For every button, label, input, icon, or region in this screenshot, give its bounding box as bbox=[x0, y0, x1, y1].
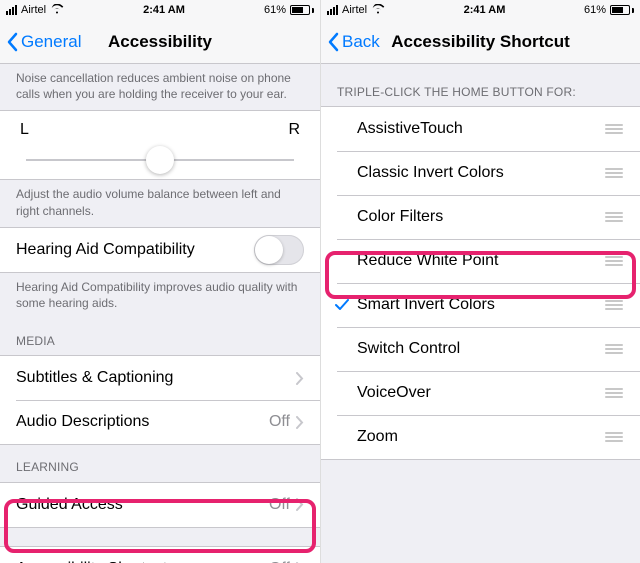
carrier-label: Airtel bbox=[21, 4, 46, 16]
hearing-aid-label: Hearing Aid Compatibility bbox=[16, 241, 254, 259]
drag-handle-icon[interactable] bbox=[604, 300, 624, 310]
audio-desc-row[interactable]: Audio Descriptions Off bbox=[0, 400, 320, 444]
back-button[interactable]: Back bbox=[321, 32, 380, 52]
shortcut-item-label: Switch Control bbox=[357, 340, 604, 358]
noise-cancel-footer: Noise cancellation reduces ambient noise… bbox=[0, 64, 320, 110]
signal-icon bbox=[327, 5, 338, 15]
check-slot bbox=[335, 299, 357, 311]
clock: 2:41 AM bbox=[464, 4, 506, 16]
shortcut-item-label: AssistiveTouch bbox=[357, 120, 604, 138]
audio-desc-label: Audio Descriptions bbox=[16, 413, 269, 431]
wifi-icon bbox=[50, 4, 64, 17]
drag-handle-icon[interactable] bbox=[604, 256, 624, 266]
clock: 2:41 AM bbox=[143, 4, 185, 16]
shortcut-item[interactable]: Reduce White Point bbox=[321, 239, 640, 283]
chevron-right-icon bbox=[296, 498, 304, 511]
shortcut-list: AssistiveTouch Classic Invert Colors Color… bbox=[321, 106, 640, 460]
accessibility-shortcut-label: Accessibility Shortcut bbox=[16, 560, 269, 563]
drag-handle-icon[interactable] bbox=[604, 168, 624, 178]
signal-icon bbox=[6, 5, 17, 15]
drag-handle-icon[interactable] bbox=[604, 432, 624, 442]
audio-desc-value: Off bbox=[269, 413, 290, 431]
shortcut-item[interactable]: Classic Invert Colors bbox=[321, 151, 640, 195]
shortcut-item-label: Reduce White Point bbox=[357, 252, 604, 270]
chevron-right-icon bbox=[296, 372, 304, 385]
back-label: Back bbox=[342, 32, 380, 52]
media-header: MEDIA bbox=[0, 319, 320, 355]
hearing-aid-row[interactable]: Hearing Aid Compatibility bbox=[0, 228, 320, 272]
balance-slider[interactable] bbox=[26, 159, 294, 161]
back-label: General bbox=[21, 32, 81, 52]
drag-handle-icon[interactable] bbox=[604, 388, 624, 398]
chevron-left-icon bbox=[327, 32, 339, 52]
drag-handle-icon[interactable] bbox=[604, 344, 624, 354]
shortcut-item[interactable]: Switch Control bbox=[321, 327, 640, 371]
guided-access-row[interactable]: Guided Access Off bbox=[0, 483, 320, 527]
balance-slider-group: L R bbox=[0, 110, 320, 180]
shortcut-item[interactable]: Zoom bbox=[321, 415, 640, 459]
drag-handle-icon[interactable] bbox=[604, 124, 624, 134]
chevron-right-icon bbox=[296, 416, 304, 429]
accessibility-shortcut-value: Off bbox=[269, 560, 290, 563]
shortcut-item-label: Smart Invert Colors bbox=[357, 296, 604, 314]
hearing-aid-footer: Hearing Aid Compatibility improves audio… bbox=[0, 273, 320, 319]
back-button[interactable]: General bbox=[0, 32, 81, 52]
status-bar: Airtel 2:41 AM 61% bbox=[0, 0, 320, 20]
subtitles-row[interactable]: Subtitles & Captioning bbox=[0, 356, 320, 400]
balance-left-label: L bbox=[20, 121, 29, 139]
shortcut-item[interactable]: Smart Invert Colors bbox=[321, 283, 640, 327]
shortcut-item-label: Zoom bbox=[357, 428, 604, 446]
triple-click-header: TRIPLE-CLICK THE HOME BUTTON FOR: bbox=[321, 64, 640, 106]
nav-bar: General Accessibility bbox=[0, 20, 320, 64]
chevron-left-icon bbox=[6, 32, 18, 52]
status-bar: Airtel 2:41 AM 61% bbox=[321, 0, 640, 20]
nav-bar: Back Accessibility Shortcut bbox=[321, 20, 640, 64]
shortcut-item[interactable]: AssistiveTouch bbox=[321, 107, 640, 151]
hearing-aid-toggle[interactable] bbox=[254, 235, 304, 265]
learning-header: LEARNING bbox=[0, 445, 320, 481]
left-pane: Airtel 2:41 AM 61% General Accessibility… bbox=[0, 0, 320, 563]
check-icon bbox=[335, 299, 349, 311]
shortcut-item-label: Classic Invert Colors bbox=[357, 164, 604, 182]
drag-handle-icon[interactable] bbox=[604, 212, 624, 222]
guided-access-value: Off bbox=[269, 496, 290, 514]
shortcut-item-label: VoiceOver bbox=[357, 384, 604, 402]
battery-icon bbox=[610, 5, 634, 15]
shortcut-item[interactable]: VoiceOver bbox=[321, 371, 640, 415]
shortcut-item[interactable]: Color Filters bbox=[321, 195, 640, 239]
subtitles-label: Subtitles & Captioning bbox=[16, 369, 296, 387]
right-pane: Airtel 2:41 AM 61% Back Accessibility Sh… bbox=[320, 0, 640, 563]
wifi-icon bbox=[371, 4, 385, 17]
balance-footer: Adjust the audio volume balance between … bbox=[0, 180, 320, 226]
accessibility-shortcut-row[interactable]: Accessibility Shortcut Off bbox=[0, 547, 320, 563]
carrier-label: Airtel bbox=[342, 4, 367, 16]
guided-access-label: Guided Access bbox=[16, 496, 269, 514]
balance-right-label: R bbox=[288, 121, 300, 139]
shortcut-item-label: Color Filters bbox=[357, 208, 604, 226]
battery-pct: 61% bbox=[584, 4, 606, 16]
battery-icon bbox=[290, 5, 314, 15]
battery-pct: 61% bbox=[264, 4, 286, 16]
slider-thumb[interactable] bbox=[146, 146, 174, 174]
